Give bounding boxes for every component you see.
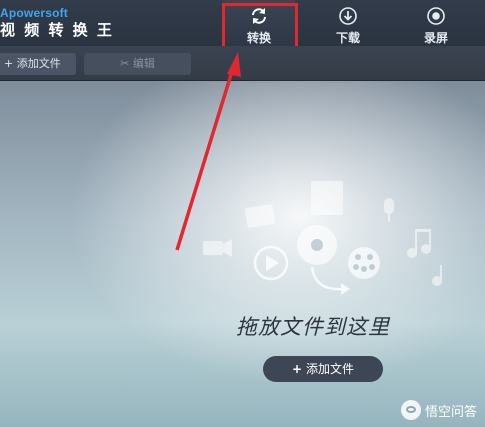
music-note-icon — [407, 229, 431, 258]
drop-zone[interactable]: 拖放文件到这里 + 添加文件 — [0, 81, 485, 427]
dropzone-add-file-button[interactable]: + 添加文件 — [263, 356, 383, 382]
film-strip-icon — [311, 181, 343, 215]
film-reel-icon — [348, 247, 380, 279]
record-icon — [427, 7, 445, 25]
play-icon — [253, 245, 289, 281]
drop-hint-text: 拖放文件到这里 — [236, 315, 390, 339]
tab-download-label: 下载 — [335, 31, 360, 45]
small-note-icon — [432, 265, 442, 286]
dropzone-add-file-label: 添加文件 — [306, 362, 355, 376]
highlight-box — [222, 3, 298, 52]
plus-icon: + — [291, 362, 303, 376]
download-icon — [339, 7, 357, 25]
watermark-text: 悟空问答 — [424, 404, 477, 420]
edit-label: 编辑 — [132, 57, 155, 70]
clapperboard-icon — [244, 204, 276, 228]
media-illustration — [203, 181, 442, 295]
camera-icon — [203, 239, 232, 257]
add-file-label: 添加文件 — [16, 57, 61, 70]
brand-name: Apowersoft — [0, 6, 68, 20]
microphone-icon — [384, 198, 394, 222]
wukong-logo-icon — [400, 400, 421, 420]
top-bar: Apowersoft 视 频 转 换 王 转换 下载 录屏 — [0, 0, 485, 52]
watermark: 悟空问答 — [400, 399, 477, 421]
disc-icon — [297, 225, 350, 295]
edit-button[interactable]: ✂ 编辑 — [84, 53, 191, 75]
tab-record-label: 录屏 — [423, 31, 448, 45]
toolbar: + 添加文件 ✂ 编辑 — [0, 46, 485, 81]
add-file-button[interactable]: + 添加文件 — [0, 53, 76, 75]
plus-icon: + — [4, 57, 17, 70]
tab-download[interactable]: 下载 — [312, 0, 384, 46]
tab-record[interactable]: 录屏 — [400, 0, 472, 46]
app-title: 视 频 转 换 王 — [0, 21, 114, 39]
scissors-icon: ✂ — [120, 57, 133, 70]
